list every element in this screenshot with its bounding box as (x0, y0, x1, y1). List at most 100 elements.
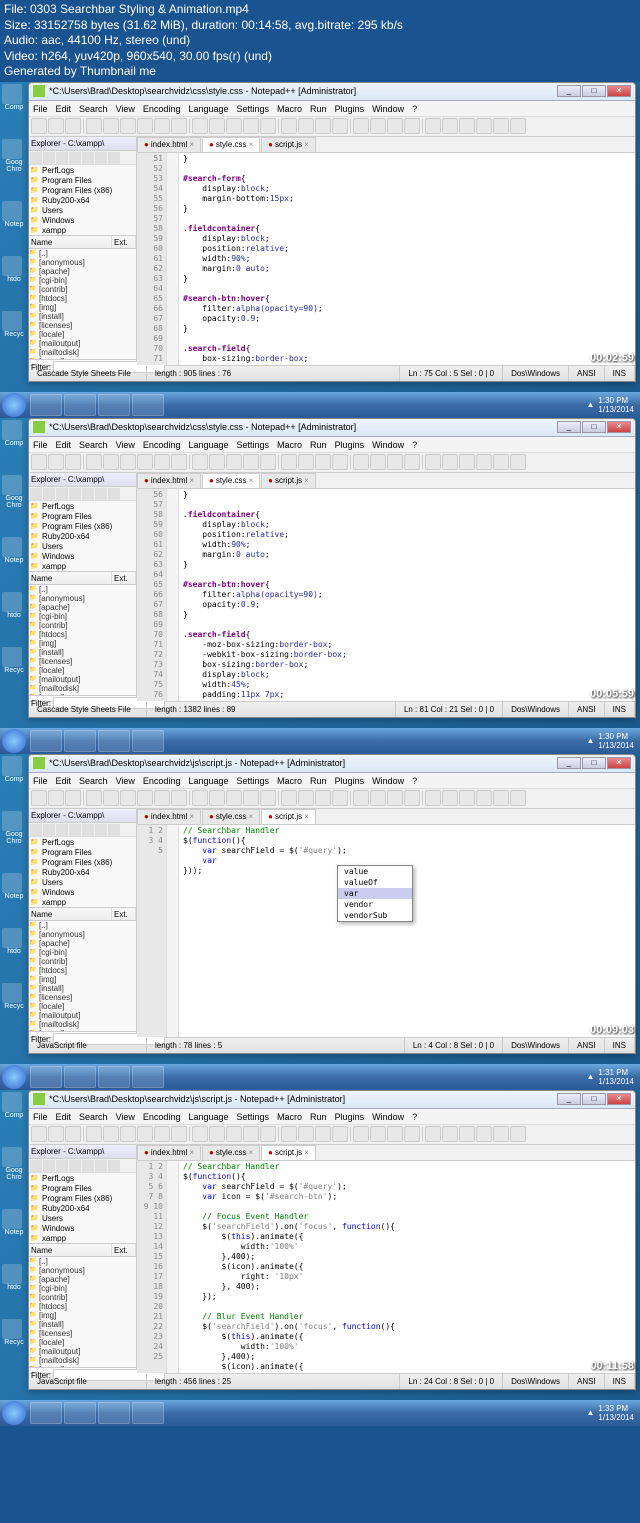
toolbar-button[interactable] (86, 790, 102, 806)
explorer-toolbar-button[interactable] (95, 824, 107, 836)
desktop-icon[interactable] (2, 983, 22, 1003)
toolbar-button[interactable] (298, 1126, 314, 1142)
taskbar-app[interactable] (98, 730, 130, 752)
taskbar-app[interactable] (132, 730, 164, 752)
explorer-toolbar-button[interactable] (69, 488, 81, 500)
toolbar-button[interactable] (442, 1126, 458, 1142)
explorer-toolbar-button[interactable] (82, 488, 94, 500)
minimize-button[interactable]: _ (557, 421, 581, 433)
editor-tab[interactable]: ●index.html× (137, 1145, 201, 1160)
minimize-button[interactable]: _ (557, 85, 581, 97)
taskbar-app[interactable] (132, 1402, 164, 1424)
list-item[interactable]: [mailtodisk] (29, 348, 136, 357)
autocomplete-item[interactable]: var (338, 888, 412, 899)
toolbar-button[interactable] (31, 118, 47, 134)
desktop-icon[interactable] (2, 647, 22, 667)
list-item[interactable]: [licenses] (29, 321, 136, 330)
menu-item[interactable]: Language (188, 437, 228, 452)
list-item[interactable]: [licenses] (29, 657, 136, 666)
titlebar[interactable]: *C:\Users\Brad\Desktop\searchvidz\css\st… (29, 419, 635, 437)
list-item[interactable]: [mailoutput] (29, 339, 136, 348)
toolbar-button[interactable] (31, 790, 47, 806)
code-editor[interactable]: 1 2 3 4 5 6 7 8 9 10 11 12 13 14 15 16 1… (137, 1161, 635, 1373)
close-button[interactable]: ✕ (607, 1093, 631, 1105)
menu-item[interactable]: ? (412, 437, 417, 452)
menu-item[interactable]: Settings (237, 437, 270, 452)
toolbar-button[interactable] (48, 118, 64, 134)
toolbar-button[interactable] (281, 118, 297, 134)
toolbar-button[interactable] (425, 1126, 441, 1142)
tree-item[interactable]: PerfLogs (30, 838, 135, 848)
menu-item[interactable]: Search (79, 437, 108, 452)
toolbar-button[interactable] (65, 790, 81, 806)
desktop-icon[interactable] (2, 756, 22, 776)
toolbar-button[interactable] (425, 790, 441, 806)
toolbar-button[interactable] (65, 1126, 81, 1142)
toolbar-button[interactable] (476, 454, 492, 470)
close-icon[interactable]: × (189, 809, 194, 824)
menu-item[interactable]: Macro (277, 101, 302, 116)
explorer-toolbar-button[interactable] (43, 1160, 55, 1172)
taskbar-app[interactable] (98, 1066, 130, 1088)
desktop-icon[interactable] (2, 475, 22, 495)
desktop-icon[interactable] (2, 928, 22, 948)
list-item[interactable]: [img] (29, 1311, 136, 1320)
menu-item[interactable]: Window (372, 1109, 404, 1124)
toolbar-button[interactable] (404, 454, 420, 470)
code-content[interactable]: // Searchbar Handler $(function(){ var s… (179, 825, 635, 1037)
toolbar-button[interactable] (370, 454, 386, 470)
toolbar-button[interactable] (387, 118, 403, 134)
explorer-toolbar-button[interactable] (82, 152, 94, 164)
menu-item[interactable]: Run (310, 437, 327, 452)
list-item[interactable]: [htdocs] (29, 1302, 136, 1311)
editor-tab[interactable]: ●script.js× (261, 137, 316, 152)
toolbar-button[interactable] (192, 454, 208, 470)
explorer-toolbar-button[interactable] (108, 488, 120, 500)
explorer-toolbar-button[interactable] (82, 1160, 94, 1172)
toolbar-button[interactable] (353, 454, 369, 470)
menu-item[interactable]: Macro (277, 773, 302, 788)
tree-item[interactable]: Program Files (x86) (30, 522, 135, 532)
editor-tab[interactable]: ●style.css× (202, 1145, 260, 1160)
menu-item[interactable]: View (116, 437, 135, 452)
list-item[interactable]: [licenses] (29, 1329, 136, 1338)
toolbar-button[interactable] (137, 118, 153, 134)
toolbar-button[interactable] (171, 1126, 187, 1142)
list-item[interactable]: [..] (29, 921, 136, 930)
toolbar-button[interactable] (510, 790, 526, 806)
taskbar[interactable]: ▲ 1:31 PM1/13/2014 (0, 1064, 640, 1090)
toolbar-button[interactable] (425, 454, 441, 470)
explorer-toolbar-button[interactable] (30, 152, 42, 164)
list-item[interactable]: [install] (29, 984, 136, 993)
titlebar[interactable]: *C:\Users\Brad\Desktop\searchvidz\js\scr… (29, 755, 635, 773)
taskbar-app[interactable] (64, 1066, 96, 1088)
autocomplete-item[interactable]: vendor (338, 899, 412, 910)
list-item[interactable]: [mailtodisk] (29, 1020, 136, 1029)
explorer-toolbar-button[interactable] (95, 1160, 107, 1172)
taskbar[interactable]: ▲ 1:33 PM1/13/2014 (0, 1400, 640, 1426)
taskbar-app[interactable] (30, 730, 62, 752)
menu-item[interactable]: Macro (277, 437, 302, 452)
fold-gutter[interactable] (167, 825, 179, 1037)
clock[interactable]: 1:30 PM1/13/2014 (598, 396, 634, 414)
titlebar[interactable]: *C:\Users\Brad\Desktop\searchvidz\css\st… (29, 83, 635, 101)
list-item[interactable]: [locale] (29, 330, 136, 339)
tree-item[interactable]: Program Files (30, 1184, 135, 1194)
toolbar-button[interactable] (332, 118, 348, 134)
list-item[interactable]: [mailoutput] (29, 1347, 136, 1356)
column-header[interactable]: Ext. (112, 1244, 136, 1256)
editor-tab[interactable]: ●script.js× (261, 1145, 316, 1160)
explorer-toolbar-button[interactable] (82, 824, 94, 836)
list-item[interactable]: [anonymous] (29, 930, 136, 939)
menu-item[interactable]: Edit (56, 1109, 72, 1124)
tree-item[interactable]: Users (30, 206, 135, 216)
menu-item[interactable]: Settings (237, 773, 270, 788)
list-item[interactable]: [contrib] (29, 1293, 136, 1302)
list-item[interactable]: [anonymous] (29, 594, 136, 603)
code-editor[interactable]: 56 57 58 59 60 61 62 63 64 65 66 67 68 6… (137, 489, 635, 701)
menu-item[interactable]: Encoding (143, 437, 181, 452)
list-item[interactable]: [apache] (29, 267, 136, 276)
taskbar-app[interactable] (98, 1402, 130, 1424)
toolbar-button[interactable] (86, 454, 102, 470)
close-icon[interactable]: × (189, 1145, 194, 1160)
